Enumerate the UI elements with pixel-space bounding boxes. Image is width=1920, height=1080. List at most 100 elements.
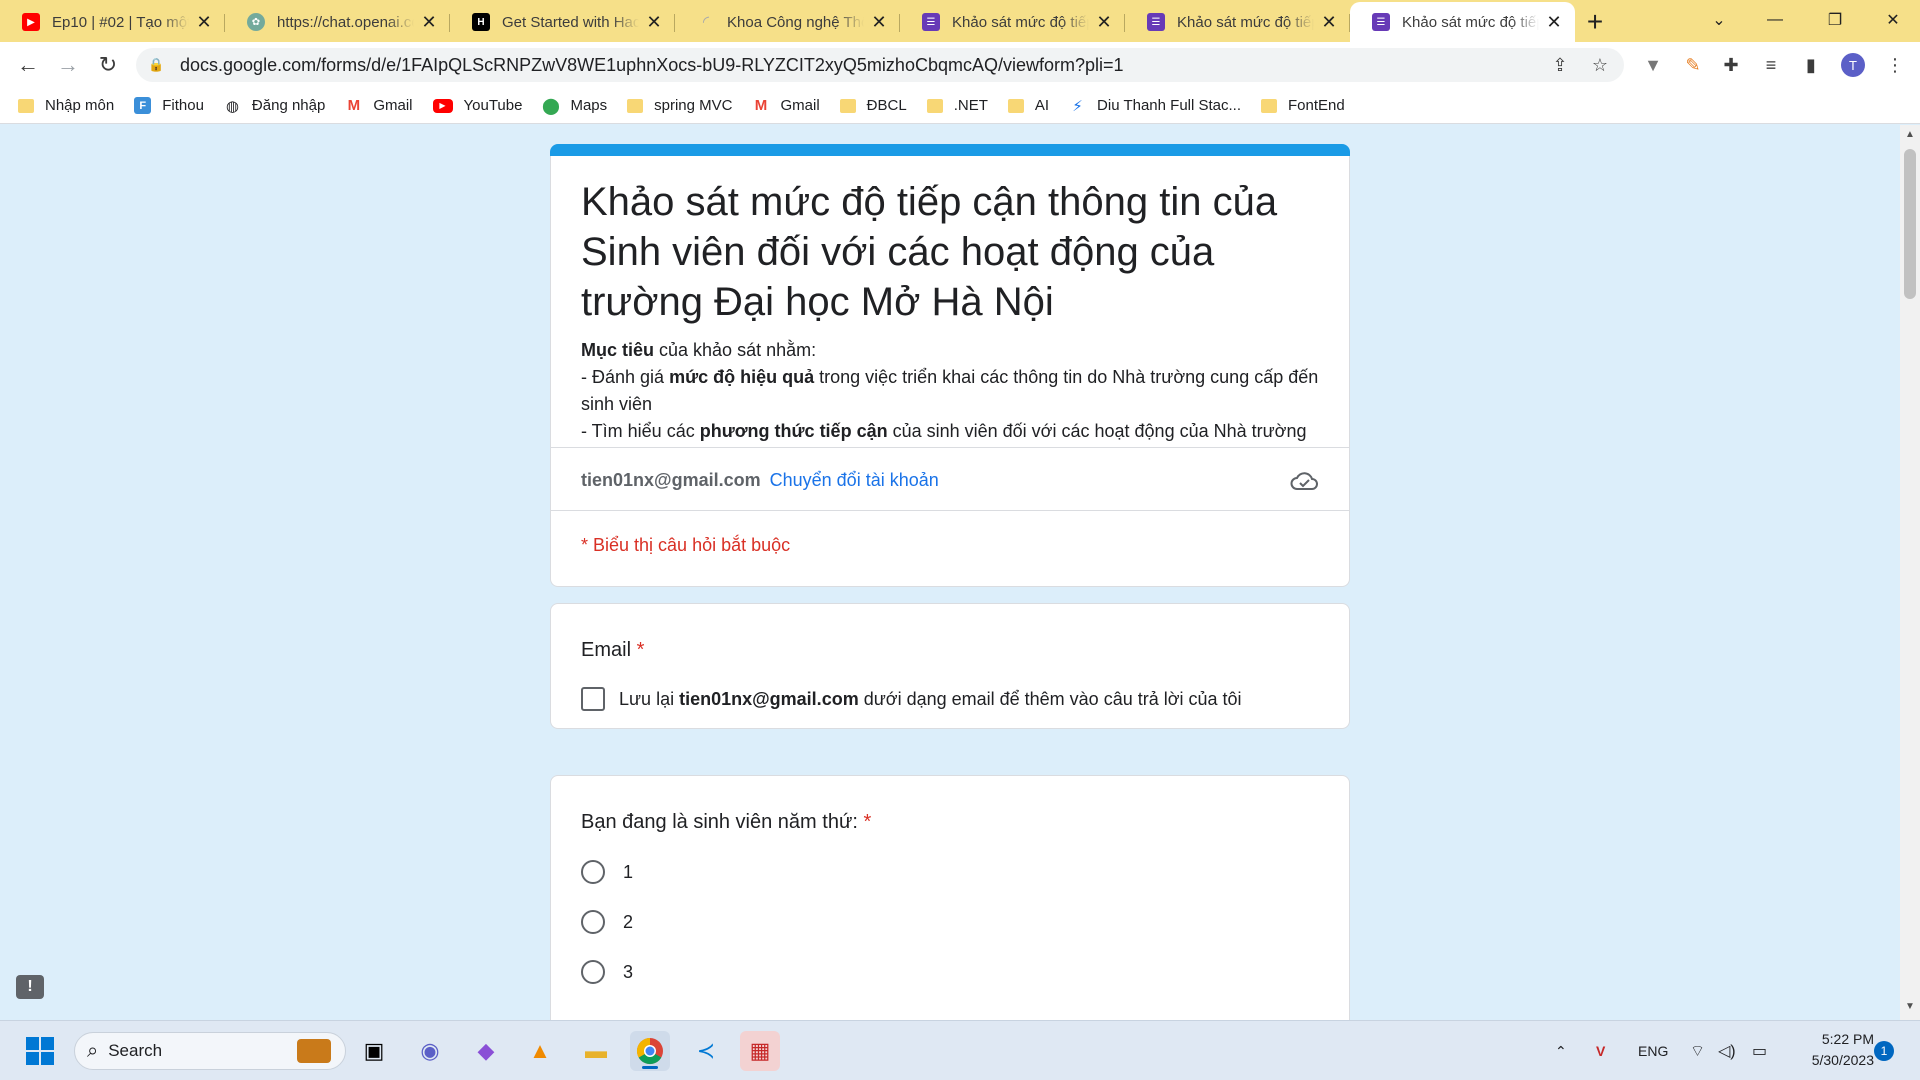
radio-option[interactable]: 1	[581, 860, 633, 884]
app-icon[interactable]: ▦	[740, 1031, 780, 1071]
language-indicator[interactable]: ENG	[1638, 1021, 1668, 1080]
scroll-up-icon[interactable]: ▲	[1904, 129, 1916, 143]
close-tab-icon[interactable]: ✕	[195, 12, 213, 33]
browser-tab[interactable]: H Get Started with Hack ✕	[450, 2, 675, 42]
close-tab-icon[interactable]: ✕	[1095, 12, 1113, 33]
visual-studio-icon[interactable]: ◆	[466, 1031, 506, 1071]
address-bar[interactable]: 🔒 docs.google.com/forms/d/e/1FAIpQLScRNP…	[136, 48, 1624, 82]
browser-tab[interactable]: ◜ Khoa Công nghệ Thôn ✕	[675, 2, 900, 42]
cloud-save-icon[interactable]	[1289, 467, 1319, 495]
radio-option[interactable]: 2	[581, 910, 633, 934]
windows-start-icon[interactable]	[20, 1031, 60, 1071]
bookmarks-bar: Nhập môn F Fithou ◍ Đăng nhập M Gmail ▶ YouT…	[0, 88, 1920, 124]
menu-kebab-icon[interactable]: ⋮	[1878, 48, 1912, 82]
close-tab-icon[interactable]: ✕	[645, 12, 663, 33]
bookmark-item[interactable]: ⬤ Maps	[542, 97, 608, 115]
checkbox-label[interactable]: Lưu lại tien01nx@gmail.com dưới dạng ema…	[619, 689, 1242, 710]
feedback-icon[interactable]: !	[16, 975, 44, 999]
close-tab-icon[interactable]: ✕	[1545, 12, 1563, 33]
bookmark-label: Maps	[570, 97, 608, 114]
tab-title: Get Started with Hack	[502, 13, 639, 31]
tab-title: Khảo sát mức độ tiếp	[1177, 13, 1314, 31]
notification-badge[interactable]: 1	[1874, 1041, 1894, 1061]
account-row: tien01nx@gmail.com Chuyển đổi tài khoản	[581, 470, 939, 491]
clock-date: 5/30/2023	[1811, 1052, 1874, 1068]
scrollbar-thumb[interactable]	[1904, 149, 1916, 299]
bookmark-item[interactable]: FontEnd	[1261, 97, 1345, 114]
bookmark-label: Gmail	[373, 97, 413, 114]
required-asterisk: *	[636, 639, 645, 661]
browser-tab-active[interactable]: ☰ Khảo sát mức độ tiếp ✕	[1350, 2, 1575, 42]
bookmark-item[interactable]: ⚡ Diu Thanh Full Stac...	[1069, 97, 1241, 115]
browser-tab[interactable]: ✿ https://chat.openai.co ✕	[225, 2, 450, 42]
file-explorer-icon[interactable]: ▬	[576, 1031, 616, 1071]
folder-icon	[926, 98, 943, 113]
desc-text: - Tìm hiểu các	[581, 421, 700, 441]
extension-v-icon[interactable]: ▼	[1636, 48, 1670, 82]
bookmark-item[interactable]: M Gmail	[345, 97, 413, 114]
question-text: Bạn đang là sinh viên năm thứ:	[581, 811, 858, 833]
taskbar-search[interactable]: ⌕ Search	[74, 1032, 346, 1070]
desc-text: của khảo sát nhằm:	[654, 340, 817, 360]
lock-icon[interactable]: 🔒	[148, 57, 164, 73]
battery-icon[interactable]: ▭	[1752, 1021, 1767, 1080]
new-tab-button[interactable]: +	[1575, 2, 1615, 42]
extensions-puzzle-icon[interactable]: ✚	[1714, 48, 1748, 82]
bookmark-item[interactable]: ▶ YouTube	[432, 97, 522, 114]
bookmark-item[interactable]: ◍ Đăng nhập	[224, 97, 326, 115]
show-hidden-icons[interactable]: ⌃	[1555, 1021, 1567, 1080]
profile-avatar[interactable]: T	[1841, 53, 1865, 77]
switch-account-link[interactable]: Chuyển đổi tài khoản	[770, 470, 939, 490]
bookmark-item[interactable]: spring MVC	[627, 97, 733, 114]
media-control-icon[interactable]: ≡	[1754, 48, 1788, 82]
bookmark-item[interactable]: .NET	[926, 97, 988, 114]
extension-color-icon[interactable]: ✎	[1676, 48, 1710, 82]
bookmark-label: .NET	[953, 97, 988, 114]
browser-tab[interactable]: ☰ Khảo sát mức độ tiếp ✕	[1125, 2, 1350, 42]
form-header-card: Khảo sát mức độ tiếp cận thông tin của S…	[550, 144, 1350, 587]
desc-bold: phương thức tiếp cận	[699, 421, 888, 441]
radio-button[interactable]	[581, 860, 605, 884]
browser-tab[interactable]: ☰ Khảo sát mức độ tiếp ✕	[900, 2, 1125, 42]
volume-icon[interactable]: ◁)	[1718, 1021, 1736, 1080]
chrome-icon[interactable]	[630, 1031, 670, 1071]
close-window-icon[interactable]: ✕	[1858, 0, 1920, 40]
bookmark-item[interactable]: Nhập môn	[18, 97, 114, 114]
question-title: Email *	[581, 639, 644, 662]
teams-chat-icon[interactable]: ◉	[410, 1031, 450, 1071]
close-tab-icon[interactable]: ✕	[870, 12, 888, 33]
bookmark-item[interactable]: ĐBCL	[839, 97, 907, 114]
bookmark-label: Nhập môn	[45, 97, 115, 114]
radio-option[interactable]: 3	[581, 960, 633, 984]
save-email-checkbox[interactable]	[581, 687, 605, 711]
browser-tab[interactable]: ▶ Ep10 | #02 | Tạo một c ✕	[0, 2, 225, 42]
task-view-icon[interactable]: ▣	[354, 1031, 394, 1071]
back-icon[interactable]: ←	[8, 45, 48, 85]
page-scrollbar[interactable]: ▲ ▼	[1900, 125, 1920, 1020]
email-question-card: Email * Lưu lại tien01nx@gmail.com dưới …	[550, 603, 1350, 729]
bookmark-item[interactable]: AI	[1007, 97, 1050, 114]
form-accent-bar	[550, 144, 1350, 156]
reload-icon[interactable]: ↻	[88, 45, 128, 85]
side-panel-icon[interactable]: ▮	[1794, 48, 1828, 82]
openai-icon: ✿	[247, 13, 265, 31]
close-tab-icon[interactable]: ✕	[1320, 12, 1338, 33]
bookmark-star-icon[interactable]: ☆	[1586, 52, 1614, 78]
scroll-down-icon[interactable]: ▼	[1904, 1001, 1916, 1015]
url-text[interactable]: docs.google.com/forms/d/e/1FAIpQLScRNPZw…	[180, 55, 1124, 76]
bookmark-label: Đăng nhập	[251, 97, 326, 114]
bookmark-item[interactable]: M Gmail	[753, 97, 820, 114]
taskbar-clock[interactable]: 5:22 PM 5/30/2023	[1790, 1029, 1874, 1071]
share-icon[interactable]: ⇪	[1546, 52, 1574, 78]
fithou-icon: F	[134, 97, 152, 114]
bookmark-label: AI	[1034, 97, 1050, 114]
radio-button[interactable]	[581, 910, 605, 934]
vscode-icon[interactable]: ≺	[686, 1031, 726, 1071]
wifi-icon[interactable]: ⌔	[1690, 1021, 1705, 1080]
vietkey-icon[interactable]: V	[1596, 1021, 1605, 1080]
vlc-icon[interactable]: ▲	[520, 1031, 560, 1071]
close-tab-icon[interactable]: ✕	[420, 12, 438, 33]
forward-icon[interactable]: →	[48, 45, 88, 85]
radio-button[interactable]	[581, 960, 605, 984]
bookmark-item[interactable]: F Fithou	[134, 97, 204, 114]
